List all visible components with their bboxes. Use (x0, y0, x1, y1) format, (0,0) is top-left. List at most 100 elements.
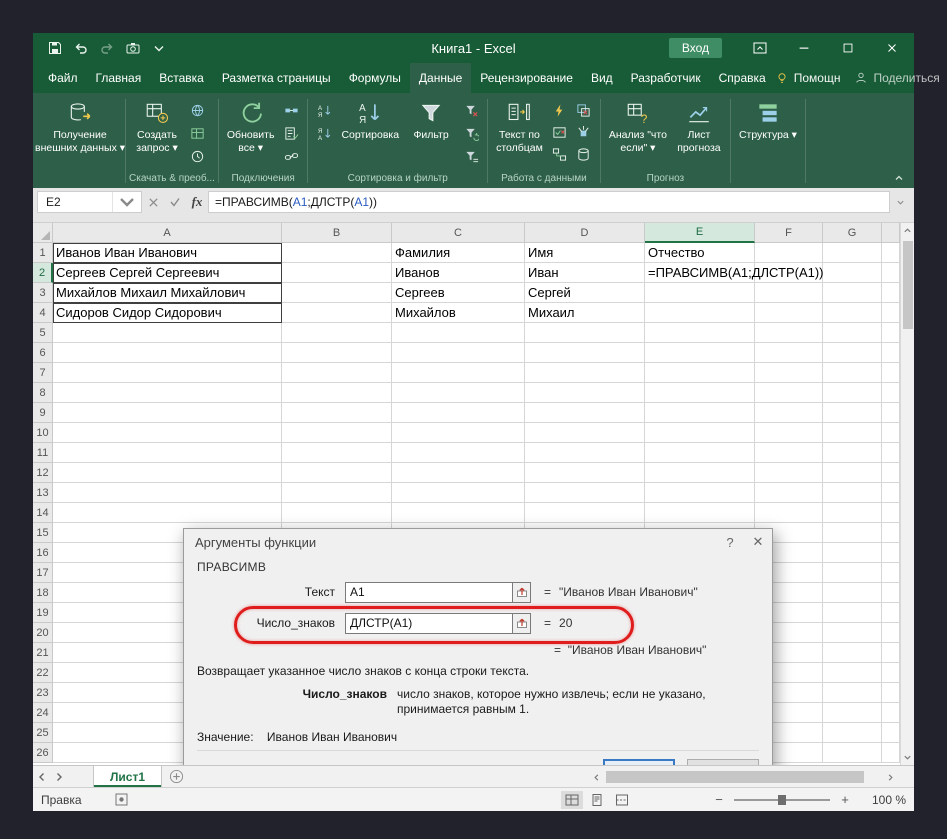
dialog-close-button[interactable]: ✕ (744, 529, 772, 555)
close-button[interactable] (870, 33, 914, 63)
ribbon-button-получение-внешнихданных[interactable]: Получениевнешних данных ▾ (40, 98, 120, 154)
cell-A4[interactable]: Сидоров Сидор Сидорович (53, 303, 282, 323)
cell-B2[interactable] (282, 263, 392, 283)
row-header-6[interactable]: 6 (33, 343, 53, 363)
cell-F14[interactable] (755, 503, 823, 523)
row-header-22[interactable]: 22 (33, 663, 53, 683)
cell-B5[interactable] (282, 323, 392, 343)
column-header-G[interactable]: G (823, 223, 882, 243)
cell-F5[interactable] (755, 323, 823, 343)
cell-G15[interactable] (823, 523, 882, 543)
zoom-out-button[interactable]: − (711, 792, 727, 808)
vertical-scrollbar[interactable] (900, 223, 914, 765)
view-normal-button[interactable] (561, 791, 583, 809)
new-sheet-button[interactable] (162, 766, 190, 787)
cell-G7[interactable] (823, 363, 882, 383)
cell-G24[interactable] (823, 703, 882, 723)
cell-G5[interactable] (823, 323, 882, 343)
cell-A13[interactable] (53, 483, 282, 503)
cell-E2[interactable]: =ПРАВСИМВ(A1;ДЛСТР(A1)) (645, 263, 755, 283)
insert-function-button[interactable]: fx (186, 191, 208, 213)
cell-E4[interactable] (645, 303, 755, 323)
row-header-23[interactable]: 23 (33, 683, 53, 703)
cell-E7[interactable] (645, 363, 755, 383)
cell-C11[interactable] (392, 443, 525, 463)
cell-H5[interactable] (882, 323, 900, 343)
select-all-corner[interactable] (33, 223, 53, 243)
cell-F4[interactable] (755, 303, 823, 323)
ribbon-button-reapply-filter[interactable] (460, 123, 482, 143)
cell-B6[interactable] (282, 343, 392, 363)
row-header-19[interactable]: 19 (33, 603, 53, 623)
cell-G19[interactable] (823, 603, 882, 623)
customize-quick-access-button[interactable] (147, 36, 171, 60)
cell-C13[interactable] (392, 483, 525, 503)
scroll-left-button[interactable] (588, 769, 604, 785)
cell-D4[interactable]: Михаил (525, 303, 645, 323)
zoom-in-button[interactable]: + (837, 792, 853, 808)
sheet-nav-left-button[interactable] (33, 766, 50, 787)
share-button[interactable]: Поделиться (854, 71, 939, 85)
cell-B9[interactable] (282, 403, 392, 423)
row-header-14[interactable]: 14 (33, 503, 53, 523)
cell-H19[interactable] (882, 603, 900, 623)
cell-H25[interactable] (882, 723, 900, 743)
ribbon-button-advanced-filter[interactable] (460, 146, 482, 166)
row-header-11[interactable]: 11 (33, 443, 53, 463)
cell-G9[interactable] (823, 403, 882, 423)
cell-B1[interactable] (282, 243, 392, 263)
ribbon-button-table-source[interactable] (186, 123, 208, 143)
collapse-ribbon-button[interactable] (891, 171, 907, 185)
cell-G12[interactable] (823, 463, 882, 483)
cell-E10[interactable] (645, 423, 755, 443)
cell-G23[interactable] (823, 683, 882, 703)
cell-A12[interactable] (53, 463, 282, 483)
tab-разработчик[interactable]: Разработчик (622, 63, 710, 93)
row-header-1[interactable]: 1 (33, 243, 53, 263)
cell-H9[interactable] (882, 403, 900, 423)
column-header-F[interactable]: F (755, 223, 823, 243)
cell-A1[interactable]: Иванов Иван Иванович (53, 243, 282, 263)
scroll-up-button[interactable] (901, 223, 914, 238)
cell-D5[interactable] (525, 323, 645, 343)
cell-H11[interactable] (882, 443, 900, 463)
name-box[interactable]: E2 (37, 191, 142, 213)
cell-C12[interactable] (392, 463, 525, 483)
cell-E11[interactable] (645, 443, 755, 463)
cell-E3[interactable] (645, 283, 755, 303)
tab-вставка[interactable]: Вставка (150, 63, 213, 93)
cell-F7[interactable] (755, 363, 823, 383)
row-header-26[interactable]: 26 (33, 743, 53, 763)
cell-F8[interactable] (755, 383, 823, 403)
row-header-10[interactable]: 10 (33, 423, 53, 443)
cell-H10[interactable] (882, 423, 900, 443)
cell-B4[interactable] (282, 303, 392, 323)
row-header-13[interactable]: 13 (33, 483, 53, 503)
dialog-title-bar[interactable]: Аргументы функции ? ✕ (184, 529, 772, 555)
cell-H14[interactable] (882, 503, 900, 523)
ribbon-button-текстпо-столбцам[interactable]: Текст постолбцам (493, 98, 546, 154)
cell-H7[interactable] (882, 363, 900, 383)
cell-A5[interactable] (53, 323, 282, 343)
help-assistant[interactable]: Помощн (775, 71, 841, 85)
cell-E9[interactable] (645, 403, 755, 423)
macro-record-button[interactable] (114, 792, 130, 808)
cell-G3[interactable] (823, 283, 882, 303)
cell-H12[interactable] (882, 463, 900, 483)
zoom-slider[interactable] (734, 793, 830, 807)
cell-B14[interactable] (282, 503, 392, 523)
cell-H1[interactable] (882, 243, 900, 263)
argument-input-1[interactable] (346, 583, 512, 602)
cell-A8[interactable] (53, 383, 282, 403)
undo-button[interactable] (69, 36, 93, 60)
cell-F10[interactable] (755, 423, 823, 443)
row-header-7[interactable]: 7 (33, 363, 53, 383)
tab-формулы[interactable]: Формулы (340, 63, 410, 93)
tab-file[interactable]: Файл (39, 63, 87, 93)
cell-B3[interactable] (282, 283, 392, 303)
cell-C9[interactable] (392, 403, 525, 423)
maximize-button[interactable] (826, 33, 870, 63)
cell-D8[interactable] (525, 383, 645, 403)
row-header-5[interactable]: 5 (33, 323, 53, 343)
cell-F3[interactable] (755, 283, 823, 303)
